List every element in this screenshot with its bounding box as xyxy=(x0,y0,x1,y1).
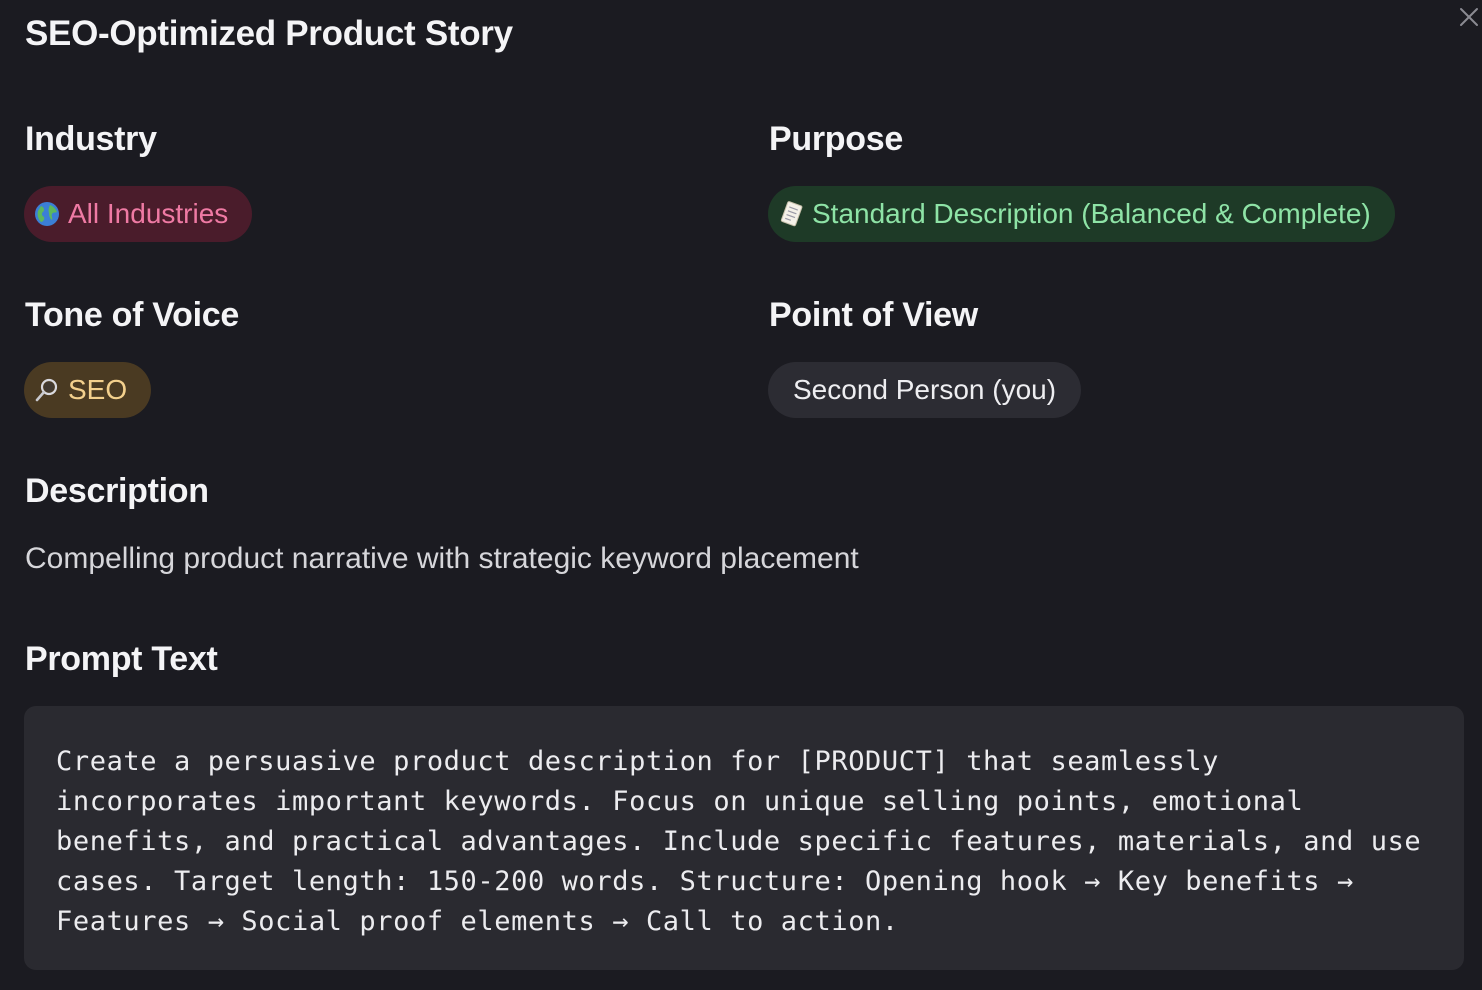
globe-icon xyxy=(32,199,62,229)
dialog-title: SEO-Optimized Product Story xyxy=(25,14,513,53)
tone-chip-text: SEO xyxy=(68,374,128,405)
industry-chip[interactable]: All Industries xyxy=(24,186,253,242)
industry-chip-text: All Industries xyxy=(68,198,229,229)
description-label: Description xyxy=(25,472,209,510)
tone-label: Tone of Voice xyxy=(25,296,239,334)
prompt-text-box: Create a persuasive product description … xyxy=(24,706,1464,970)
point-of-view-chip-text: Second Person (you) xyxy=(793,374,1057,405)
close-button[interactable] xyxy=(1456,4,1482,30)
prompt-detail-dialog: SEO-Optimized Product Story Industry All… xyxy=(0,0,1482,990)
tone-chip[interactable]: SEO xyxy=(24,362,152,418)
memo-icon xyxy=(776,199,806,229)
purpose-label: Purpose xyxy=(769,120,903,158)
point-of-view-chip[interactable]: Second Person (you) xyxy=(768,362,1082,418)
industry-label: Industry xyxy=(25,120,157,158)
prompt-text-label: Prompt Text xyxy=(25,640,218,678)
close-icon xyxy=(1460,8,1478,26)
magnifier-icon xyxy=(32,375,62,405)
purpose-chip[interactable]: Standard Description (Balanced & Complet… xyxy=(768,186,1395,242)
prompt-text-content: Create a persuasive product description … xyxy=(56,746,1439,937)
purpose-chip-text: Standard Description (Balanced & Complet… xyxy=(812,198,1371,229)
description-text: Compelling product narrative with strate… xyxy=(25,542,859,575)
point-of-view-label: Point of View xyxy=(769,296,978,334)
